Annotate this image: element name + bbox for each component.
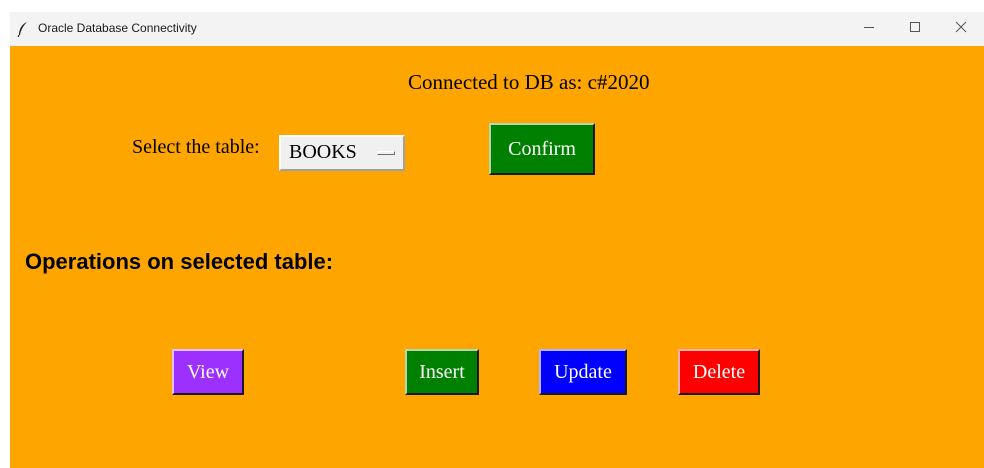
table-dropdown[interactable]: BOOKS xyxy=(279,135,405,171)
insert-button[interactable]: Insert xyxy=(405,349,479,395)
title-bar[interactable]: Oracle Database Connectivity xyxy=(10,12,984,46)
maximize-button[interactable] xyxy=(892,12,938,46)
update-button[interactable]: Update xyxy=(539,349,627,395)
maximize-icon xyxy=(909,20,921,38)
table-select-label: Select the table: xyxy=(132,136,260,158)
minimize-icon xyxy=(863,20,875,38)
table-dropdown-value: BOOKS xyxy=(289,141,357,163)
app-window: Oracle Database Connectivity Connected t… xyxy=(10,12,984,468)
close-icon xyxy=(955,20,967,38)
operations-heading: Operations on selected table: xyxy=(25,249,334,274)
connection-status: Connected to DB as: c#2020 xyxy=(408,70,650,94)
main-panel: Connected to DB as: c#2020 Select the ta… xyxy=(10,46,984,468)
window-title: Oracle Database Connectivity xyxy=(38,21,197,35)
close-button[interactable] xyxy=(938,12,984,46)
feather-icon xyxy=(16,21,30,38)
confirm-button[interactable]: Confirm xyxy=(489,123,595,175)
minimize-button[interactable] xyxy=(846,12,892,46)
dropdown-indicator-icon xyxy=(377,151,395,155)
delete-button[interactable]: Delete xyxy=(678,349,760,395)
view-button[interactable]: View xyxy=(172,349,244,395)
